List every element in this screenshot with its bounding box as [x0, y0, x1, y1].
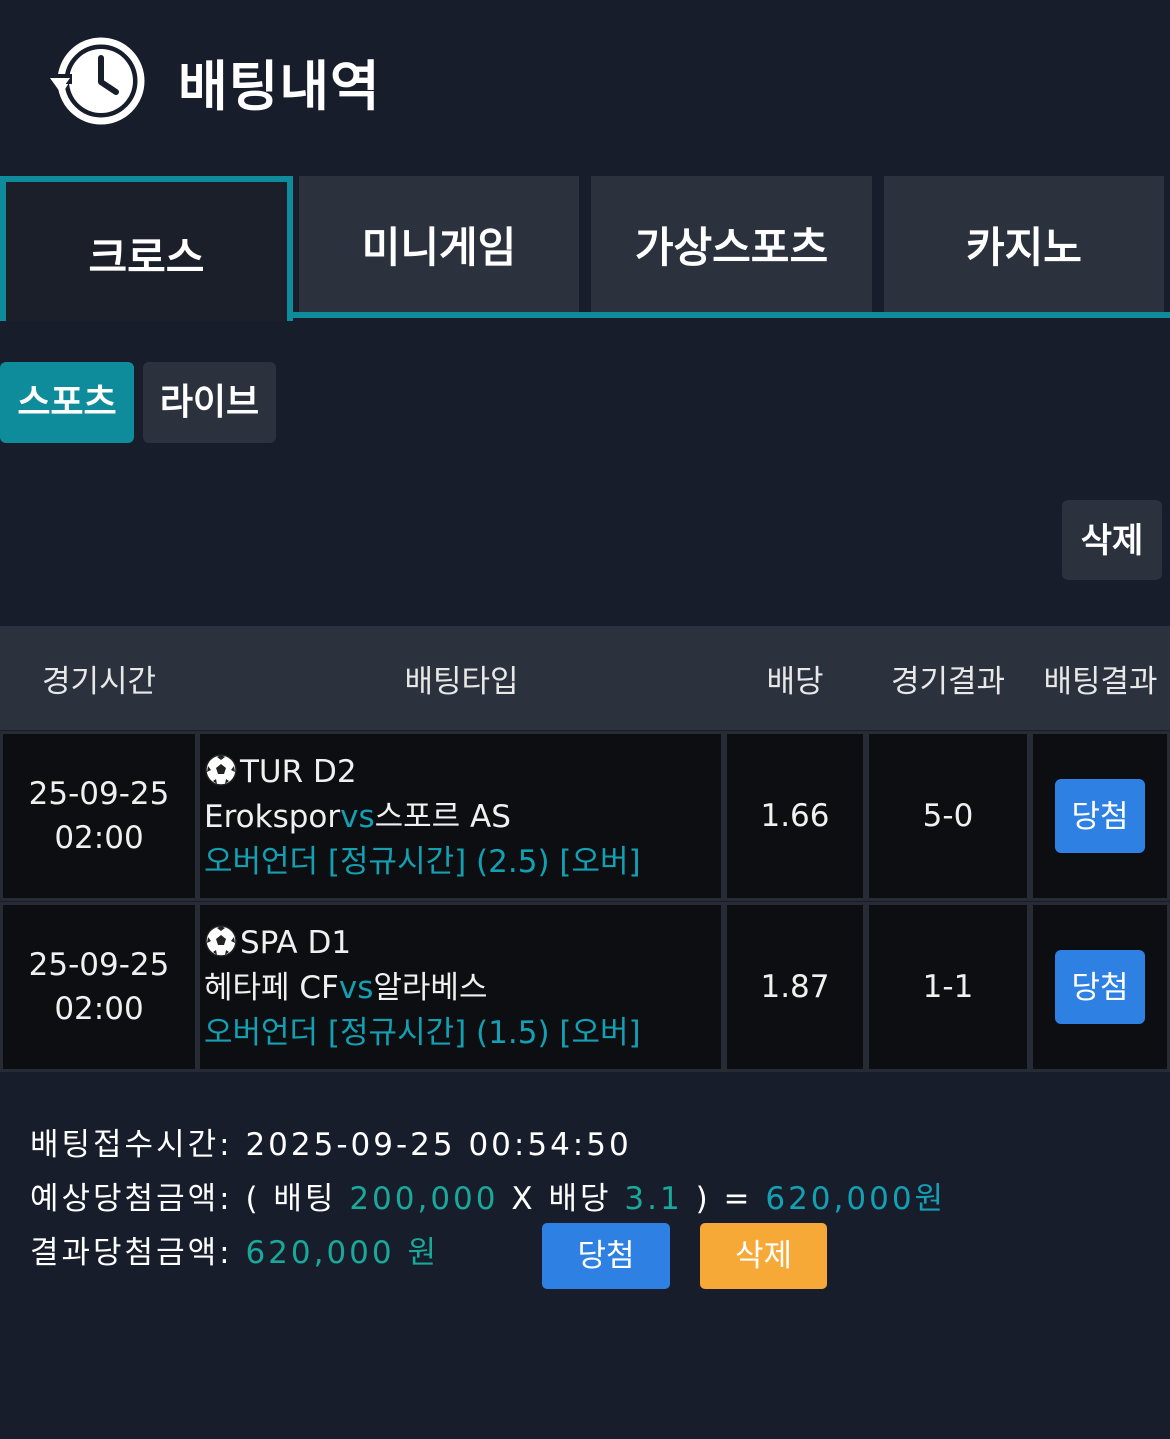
bet-selection: 오버언더 [정규시간] (2.5) [오버] [204, 844, 641, 880]
cell-bet-result: 당첨 [1033, 734, 1167, 898]
header-odds: 배당 [766, 663, 824, 700]
cell-bet-type: SPA D1 헤타페 CFvs알라베스 오버언더 [정규시간] (1.5) [오… [200, 905, 721, 1069]
game-date: 25-09-25 [28, 776, 170, 812]
header-game-result: 경기결과 [890, 663, 1006, 700]
game-date: 25-09-25 [28, 947, 170, 983]
tab-cross[interactable]: 크로스 [0, 176, 293, 321]
result-amount: 620,000 원 [245, 1235, 440, 1271]
game-time: 02:00 [54, 991, 144, 1027]
away-team: 스포르 AS [374, 799, 511, 835]
expected-amount-line: 예상당첨금액: ( 배팅 200,000 X 배당 3.1 ) = 620,00… [30, 1174, 946, 1224]
delete-button[interactable]: 삭제 [1062, 500, 1162, 580]
result-amount-label: 결과당첨금액: [30, 1235, 233, 1271]
open-paren: ( [245, 1181, 261, 1217]
league-name: SPA D1 [240, 925, 352, 961]
cell-bet-type: TUR D2 Eroksporvs스포르 AS 오버언더 [정규시간] (2.5… [200, 734, 721, 898]
cell-odds: 1.87 [727, 905, 863, 1069]
page-title: 배팅내역 [178, 55, 381, 118]
table-row: 25-09-25 02:00 SPA D1 헤타페 CFvs알라베스 오버언더 … [0, 902, 1170, 1072]
result-amount-line: 결과당첨금액: 620,000 원 [30, 1228, 439, 1278]
bet-amount: 200,000 [349, 1181, 499, 1217]
soccer-ball-icon [205, 925, 237, 957]
home-team: 헤타페 CF [204, 970, 339, 1006]
win-badge[interactable]: 당첨 [1055, 950, 1145, 1024]
cell-score: 1-1 [869, 905, 1027, 1069]
header-bet-type: 배팅타입 [404, 663, 519, 700]
match-line: 헤타페 CFvs알라베스 [204, 966, 721, 1011]
times-sign: X [511, 1181, 536, 1217]
home-team: Erokspor [204, 799, 341, 835]
league-line: SPA D1 [204, 921, 721, 966]
cell-odds: 1.66 [727, 734, 863, 898]
win-button[interactable]: 당첨 [542, 1223, 670, 1289]
page-header: 배팅내역 [0, 0, 1170, 160]
tab-casino[interactable]: 카지노 [884, 176, 1164, 312]
away-team: 알라베스 [373, 970, 488, 1006]
win-badge[interactable]: 당첨 [1055, 779, 1145, 853]
received-time-label: 배팅접수시간: [30, 1127, 233, 1163]
subtab-live[interactable]: 라이브 [143, 362, 276, 443]
received-time-value: 2025-09-25 00:54:50 [245, 1127, 632, 1163]
history-clock-icon [50, 37, 145, 125]
game-time: 02:00 [54, 820, 144, 856]
total-odds: 3.1 [624, 1181, 683, 1217]
expected-amount-label: 예상당첨금액: [30, 1181, 233, 1217]
cell-game-time: 25-09-25 02:00 [3, 734, 195, 898]
table-header: 경기시간 배팅타입 배당 경기결과 배팅결과 [0, 626, 1170, 730]
odds-label: 배당 [548, 1181, 612, 1217]
bet-selection: 오버언더 [정규시간] (1.5) [오버] [204, 1015, 641, 1051]
league-name: TUR D2 [240, 754, 357, 790]
match-line: Eroksporvs스포르 AS [204, 795, 721, 840]
tab-virtual-sports[interactable]: 가상스포츠 [591, 176, 872, 312]
header-bet-result: 배팅결과 [1043, 663, 1158, 700]
main-tabs: 크로스 미니게임 가상스포츠 카지노 [0, 176, 1170, 321]
tab-underline [290, 312, 1170, 318]
close-paren-equals: ) = [695, 1181, 753, 1217]
table-row: 25-09-25 02:00 TUR D2 Eroksporvs스포르 AS 오… [0, 731, 1170, 901]
vs-label: vs [338, 970, 374, 1006]
vs-label: vs [340, 799, 375, 835]
cell-score: 5-0 [869, 734, 1027, 898]
header-game-time: 경기시간 [41, 663, 157, 700]
expected-amount: 620,000원 [765, 1181, 947, 1217]
delete-bet-button[interactable]: 삭제 [700, 1223, 827, 1289]
received-time-line: 배팅접수시간: 2025-09-25 00:54:50 [30, 1120, 632, 1170]
tab-minigame[interactable]: 미니게임 [299, 176, 579, 312]
subtab-sports[interactable]: 스포츠 [0, 362, 134, 443]
cell-game-time: 25-09-25 02:00 [3, 905, 195, 1069]
soccer-ball-icon [205, 754, 237, 786]
bet-label: 배팅 [273, 1181, 337, 1217]
cell-bet-result: 당첨 [1033, 905, 1167, 1069]
league-line: TUR D2 [204, 750, 721, 795]
